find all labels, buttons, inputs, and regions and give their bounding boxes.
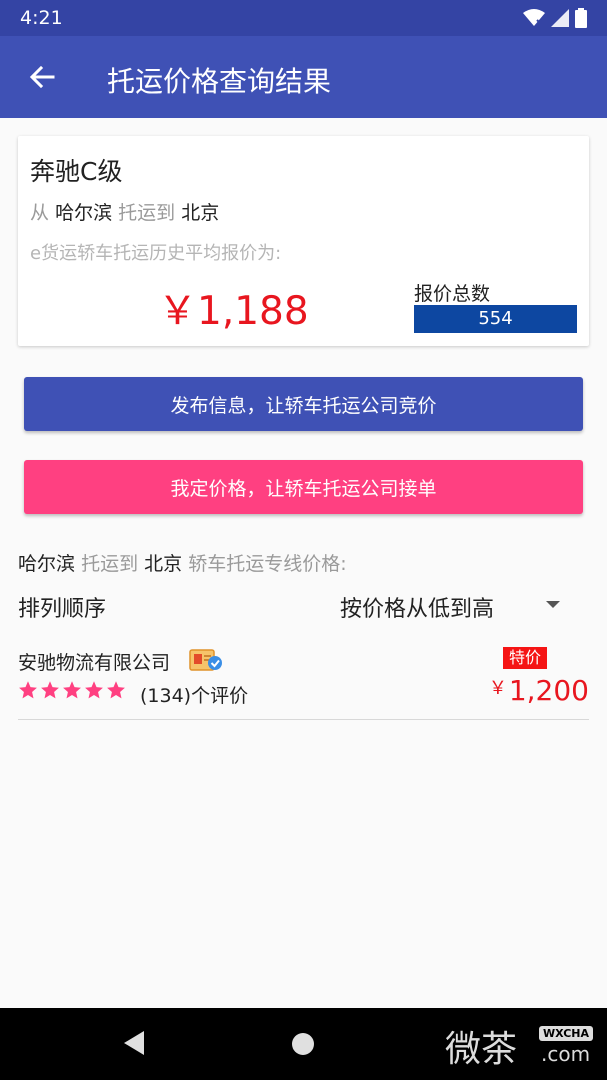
status-bar: 4:21 [0,0,607,36]
nav-home-icon[interactable] [292,1033,314,1055]
ship-word: 托运到 [118,202,176,224]
star-icon [63,681,81,699]
watermark-badge: WXCHA [539,1026,594,1041]
summary-card: 奔驰C级 从 哈尔滨 托运到 北京 e货运轿车托运历史平均报价为: ￥1,188… [18,136,589,346]
list-item[interactable]: 安驰物流有限公司 (134)个评价 特价 ￥1,200 [18,640,589,720]
set-price-button[interactable]: 我定价格，让轿车托运公司接单 [24,460,583,514]
company-price: ￥1,200 [489,674,589,707]
list-ship-word: 托运到 [81,553,139,575]
price-value: 1,200 [508,674,589,707]
review-count: (134)个评价 [140,685,249,707]
route-summary: 从 哈尔滨 托运到 北京 [30,198,219,225]
verified-license-icon [189,649,222,671]
app-bar: 托运价格查询结果 [0,36,607,118]
rating-stars [18,680,126,700]
quote-count-value: 554 [478,308,513,329]
status-time: 4:21 [20,7,63,29]
dropdown-arrow-icon [546,601,560,608]
star-icon [107,681,125,699]
star-icon [19,681,37,699]
watermark-domain: .com [541,1042,591,1066]
page-title: 托运价格查询结果 [107,65,332,98]
star-icon [41,681,59,699]
watermark: 微茶 WXCHA .com [445,1016,605,1076]
quote-count-bar: 554 [414,305,577,333]
destination-city: 北京 [181,202,220,224]
sort-dropdown[interactable]: 按价格从低到高 [340,591,570,622]
battery-icon [575,8,587,28]
special-offer-badge: 特价 [502,647,547,669]
nav-back-icon[interactable] [122,1030,146,1056]
history-label: e货运轿车托运历史平均报价为: [30,243,282,264]
route-list-header: 哈尔滨 托运到 北京 轿车托运专线价格: [18,549,347,576]
arrow-left-icon [29,65,55,89]
list-origin: 哈尔滨 [18,553,76,575]
signal-icon [551,9,569,27]
watermark-text: 微茶 [445,1029,518,1070]
system-nav-bar: 微茶 WXCHA .com [0,1008,607,1080]
status-icons [523,8,587,28]
publish-info-button[interactable]: 发布信息，让轿车托运公司竞价 [24,377,583,431]
list-suffix: 轿车托运专线价格: [188,553,347,575]
currency-symbol: ￥ [488,678,507,699]
average-price: ￥1,188 [158,289,309,334]
quote-count-label: 报价总数 [414,283,491,305]
sort-label: 排列顺序 [18,597,107,622]
sort-value: 按价格从低到高 [340,597,495,622]
back-button[interactable] [22,57,62,97]
from-word: 从 [30,202,50,224]
wifi-icon [523,9,545,27]
company-name: 安驰物流有限公司 [18,652,171,674]
star-icon [85,681,103,699]
list-destination: 北京 [144,553,183,575]
car-model: 奔驰C级 [30,157,123,186]
origin-city: 哈尔滨 [55,202,113,224]
